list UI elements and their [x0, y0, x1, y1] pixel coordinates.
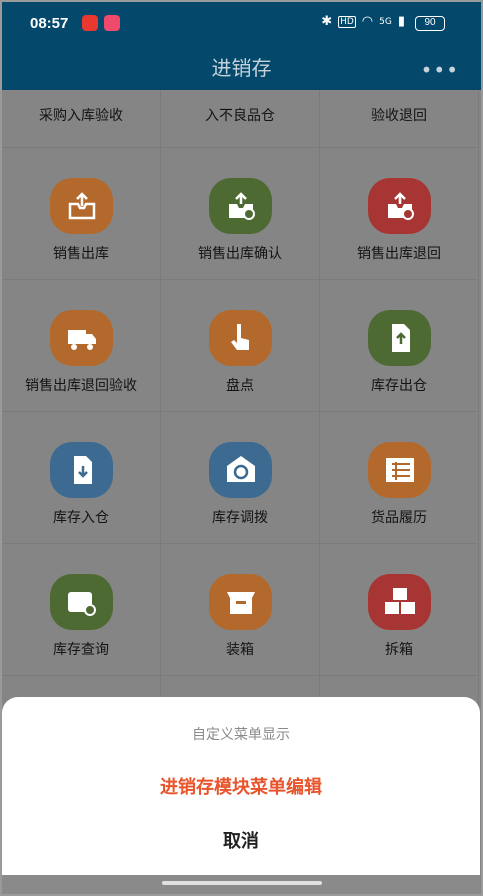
app-notification-icon	[82, 15, 98, 31]
menu-item-label: 验收退回	[371, 108, 427, 124]
import-file-icon	[50, 442, 113, 498]
menu-item-label: 销售出库退回	[357, 246, 441, 262]
app-notification-icon	[104, 15, 120, 31]
menu-item-label: 入不良品仓	[205, 108, 275, 124]
box-upload-icon	[50, 178, 113, 234]
menu-item[interactable]: 销售出库退回	[320, 148, 479, 280]
menu-item[interactable]: 盘点	[161, 280, 320, 412]
status-time: 08:57	[30, 15, 69, 32]
more-dots-icon[interactable]: •••	[421, 58, 459, 82]
title-bar: 进销存 •••	[0, 48, 483, 90]
menu-item-label: 销售出库确认	[198, 246, 282, 262]
box-cancel-icon	[368, 178, 431, 234]
home-handle[interactable]	[162, 881, 322, 885]
nav-bar	[2, 875, 480, 896]
menu-item-label: 采购入库验收	[39, 108, 123, 124]
bottom-sheet: 自定义菜单显示 进销存模块菜单编辑 取消	[2, 697, 480, 875]
stacked-boxes-icon	[368, 574, 431, 630]
menu-item-label: 装箱	[226, 642, 254, 658]
status-bar: 08:57 ✱ HD ◠ 5G ▮ 90	[0, 0, 483, 48]
signal-bars-icon: ▮	[397, 14, 405, 29]
menu-item[interactable]: 库存查询	[2, 544, 161, 676]
truck-icon	[50, 310, 113, 366]
box-search-icon	[50, 574, 113, 630]
edit-menu-button[interactable]: 进销存模块菜单编辑	[2, 773, 480, 799]
menu-item[interactable]: 销售出库确认	[161, 148, 320, 280]
open-box-icon	[209, 574, 272, 630]
menu-item[interactable]: 货品履历	[320, 412, 479, 544]
menu-item-label: 拆箱	[385, 642, 413, 658]
menu-item[interactable]: 验收退回	[320, 90, 479, 148]
page-title: 进销存	[211, 56, 272, 80]
menu-item[interactable]: 销售出库	[2, 148, 161, 280]
battery-level: 90	[424, 17, 436, 28]
menu-item[interactable]: 库存调拨	[161, 412, 320, 544]
status-icons: ✱ HD ◠ 5G ▮	[321, 14, 405, 29]
sheet-title: 自定义菜单显示	[192, 727, 290, 743]
menu-item[interactable]: 采购入库验收	[2, 90, 161, 148]
battery-icon: 90	[415, 16, 445, 31]
wifi-icon: ◠	[361, 14, 374, 29]
export-file-icon	[368, 310, 431, 366]
menu-item[interactable]: 销售出库退回验收	[2, 280, 161, 412]
cancel-button[interactable]: 取消	[2, 827, 480, 853]
menu-item-label: 库存查询	[53, 642, 109, 658]
menu-item-label: 货品履历	[371, 510, 427, 526]
hd-icon: HD	[338, 15, 356, 28]
warehouse-transfer-icon	[209, 442, 272, 498]
menu-item-label: 库存调拨	[212, 510, 268, 526]
cell-signal-icon: 5G	[379, 16, 392, 27]
box-check-icon	[209, 178, 272, 234]
menu-item-label: 库存出仓	[371, 378, 427, 394]
table-grid-icon	[368, 442, 431, 498]
menu-item[interactable]: 库存入仓	[2, 412, 161, 544]
menu-item[interactable]: 装箱	[161, 544, 320, 676]
menu-item-label: 销售出库退回验收	[25, 378, 137, 394]
menu-item[interactable]: 入不良品仓	[161, 90, 320, 148]
bluetooth-icon: ✱	[321, 14, 333, 29]
menu-item[interactable]: 库存出仓	[320, 280, 479, 412]
menu-item-label: 销售出库	[53, 246, 109, 262]
menu-item-label: 盘点	[226, 378, 254, 394]
hand-pointer-icon	[209, 310, 272, 366]
menu-item[interactable]: 拆箱	[320, 544, 479, 676]
menu-item-label: 库存入仓	[53, 510, 109, 526]
